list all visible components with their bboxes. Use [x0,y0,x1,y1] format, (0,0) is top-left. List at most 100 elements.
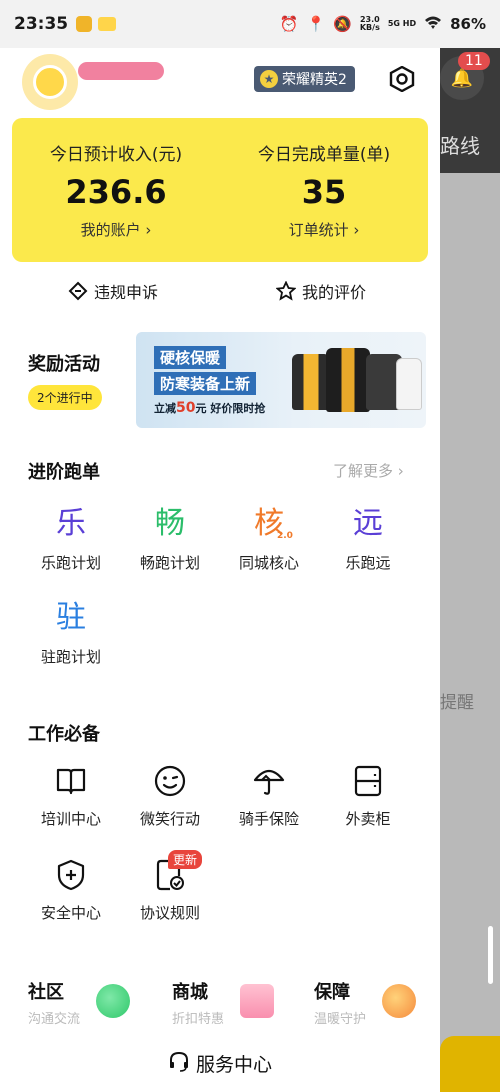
banner-line-1: 硬核保暖 [154,346,227,369]
orders-link-label: 订单统计 [288,221,349,239]
learn-more-link[interactable]: 了解更多 › [333,460,404,481]
plan-yuan[interactable]: 远 乐跑远 [318,502,418,573]
umbrella-icon [253,769,285,795]
plan-hub-version: 2.0 [277,531,293,541]
orders-link[interactable]: 订单统计 › [220,219,428,240]
orders-column: 今日完成单量(单) 35 订单统计 › [220,118,428,240]
user-name-redacted [78,62,164,80]
plan-chang-label: 畅跑计划 [139,554,200,572]
plan-le[interactable]: 乐 乐跑计划 [21,502,121,573]
reviews-label: 我的评价 [302,283,367,302]
safety-center[interactable]: 安全中心 [21,858,121,923]
settings-icon[interactable] [389,66,415,92]
app-notification-icon-2 [98,17,117,31]
avatar[interactable] [22,54,78,110]
smile-action-label: 微笑行动 [139,810,200,828]
rider-insurance-label: 骑手保险 [238,810,299,828]
service-center-label: 服务中心 [196,1054,273,1076]
plan-zhu[interactable]: 驻 驻跑计划 [21,596,121,667]
income-value: 236.6 [65,173,167,211]
rewards-title: 奖励活动 [28,354,100,375]
notification-count-badge: 11 [458,52,490,70]
protection-subtitle: 温暖守护 [314,1012,367,1027]
service-center-link[interactable]: 服务中心 [0,1050,440,1077]
status-time: 23:35 [14,14,69,34]
advanced-title: 进阶跑单 [28,462,100,483]
learn-more-label: 了解更多 [333,462,394,480]
side-drawer: ★ 荣耀精英2 今日预计收入(元) 236.6 我的账户 › 今日完成单量(单)… [0,48,440,1092]
plan-chang[interactable]: 畅 畅跑计划 [120,502,220,573]
shield-plus-icon [57,859,85,891]
plan-hub-glyph: 核 2.0 [219,502,319,546]
background-remind-text: 提醒 [440,693,474,713]
rider-insurance[interactable]: 骑手保险 [219,764,319,829]
earnings-card: 今日预计收入(元) 236.6 我的账户 › 今日完成单量(单) 35 订单统计… [12,118,428,262]
update-badge: 更新 [168,850,203,869]
background-page: 路线 提醒 [440,48,500,1092]
plan-zhu-glyph: 驻 [56,600,86,635]
avatar-face [33,65,67,99]
headset-icon [168,1050,190,1077]
jacket-image [326,348,370,412]
book-icon [56,768,86,795]
location-icon: 📍 [306,15,326,33]
smile-action[interactable]: 微笑行动 [120,764,220,829]
chat-bubble-icon [96,984,130,1018]
battery-level: 86% [450,15,486,33]
account-link[interactable]: 我的账户 › [12,219,220,240]
plan-chang-glyph: 畅 [155,506,185,541]
plan-hub[interactable]: 核 2.0 同城核心 [219,502,319,573]
safety-center-label: 安全中心 [40,904,101,922]
rewards-ongoing-pill[interactable]: 2个进行中 [28,385,102,410]
rewards-banner[interactable]: 硬核保暖 防寒装备上新 立减50元 好价限时抢 [136,332,426,428]
mall-card[interactable]: 商城 折扣特惠 [172,978,312,1028]
banner-line-2: 防寒装备上新 [154,372,257,395]
reviews-link[interactable]: 我的评价 [276,276,366,306]
training-center-label: 培训中心 [40,810,101,828]
account-link-label: 我的账户 [80,221,141,239]
mute-icon: 🔕 [333,15,352,33]
banner-amount: 50 [176,400,196,416]
plan-yuan-glyph: 远 [353,506,383,541]
income-column: 今日预计收入(元) 236.6 我的账户 › [12,118,220,240]
heart-icon [382,984,416,1018]
background-action-button[interactable] [440,1036,500,1092]
plan-le-label: 乐跑计划 [40,554,101,572]
community-card[interactable]: 社区 沟通交流 [28,978,168,1028]
rank-label: 荣耀精英2 [282,72,347,88]
delivery-cabinet-label: 外卖柜 [345,810,391,828]
star-outline-icon [276,281,296,301]
appeal-icon [68,281,88,301]
wifi-icon [424,15,442,33]
plan-hub-label: 同城核心 [238,554,299,572]
delivery-cabinet[interactable]: 外卖柜 [318,764,418,829]
orders-label: 今日完成单量(单) [257,145,391,165]
appeal-link[interactable]: 违规申诉 [68,276,158,306]
jacket-image [292,354,330,410]
income-label: 今日预计收入(元) [49,145,183,165]
cabinet-icon [354,765,382,797]
background-route-text: 路线 [440,134,480,158]
appeal-label: 违规申诉 [94,283,159,302]
rank-badge[interactable]: ★ 荣耀精英2 [254,66,355,92]
smile-icon [154,765,186,797]
plan-yuan-label: 乐跑远 [345,554,391,572]
network-speed: 23.0 KB/s [360,16,380,32]
agreement-rules-label: 协议规则 [139,904,200,922]
banner-suffix: 元 好价限时抢 [195,402,266,415]
training-center[interactable]: 培训中心 [21,764,121,829]
app-notification-icon [76,16,93,32]
community-subtitle: 沟通交流 [28,1012,81,1027]
banner-line-3: 立减50元 好价限时抢 [154,400,265,416]
orders-value: 35 [301,173,347,211]
protection-card[interactable]: 保障 温暖守护 [314,978,454,1028]
alarm-icon: ⏰ [279,15,299,33]
gift-box-icon [240,984,274,1018]
scrollbar[interactable] [488,926,493,984]
status-bar: 23:35 ⏰ 📍 🔕 23.0 KB/s 5G HD 86% [0,0,500,48]
network-speed-unit: KB/s [359,23,380,32]
work-title: 工作必备 [28,724,100,745]
banner-prefix: 立减 [154,402,176,415]
plan-le-glyph: 乐 [56,506,86,541]
network-type: 5G HD [387,19,417,28]
